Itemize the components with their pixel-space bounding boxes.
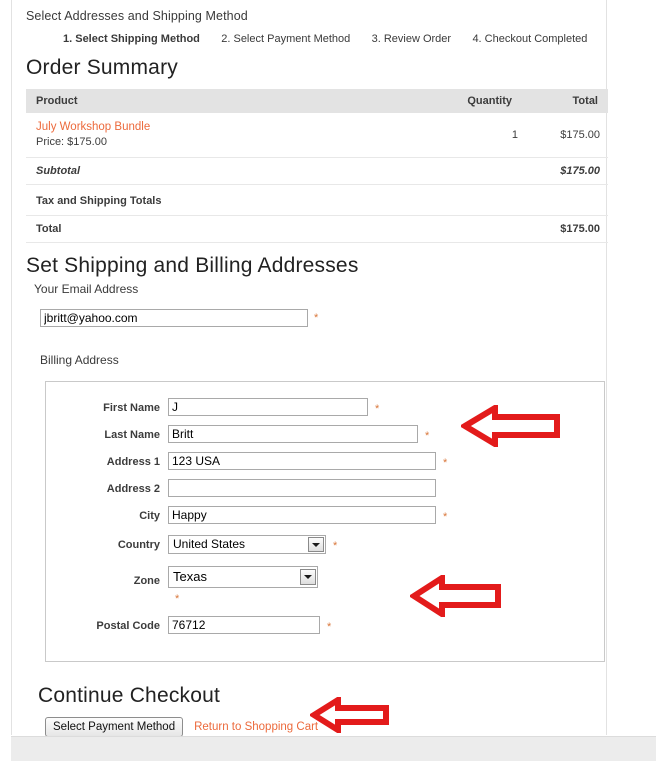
page-subtitle: Select Addresses and Shipping Method xyxy=(26,9,248,23)
billing-address-fieldset: First Name * Last Name * Address 1 * xyxy=(45,381,605,662)
product-total: $175.00 xyxy=(526,113,608,158)
address-2-label: Address 2 xyxy=(106,483,160,495)
form-row-zone: Zone Texas * xyxy=(46,566,604,605)
email-field[interactable] xyxy=(40,309,308,327)
required-indicator-zone: * xyxy=(175,593,180,605)
checkout-step-4[interactable]: 4. Checkout Completed xyxy=(472,33,587,45)
address-2-input[interactable] xyxy=(168,479,436,497)
checkout-step-3[interactable]: 3. Review Order xyxy=(372,33,451,45)
order-summary-heading: Order Summary xyxy=(26,56,178,79)
tax-shipping-row: Tax and Shipping Totals xyxy=(26,184,608,216)
country-select[interactable]: United States xyxy=(168,535,326,554)
order-summary-table: Product Quantity Total July Workshop Bun… xyxy=(26,89,608,243)
zone-control: Texas * xyxy=(168,566,318,605)
email-legend: Your Email Address xyxy=(34,282,139,296)
order-summary-body: July Workshop Bundle Price: $175.00 1 $1… xyxy=(26,113,608,243)
form-row-city: City * xyxy=(46,506,604,526)
postal-code-input[interactable] xyxy=(168,616,320,634)
first-name-control: * xyxy=(168,398,379,416)
billing-address-legend: Billing Address xyxy=(40,353,119,367)
form-row-last-name: Last Name * xyxy=(46,425,604,445)
form-row-country: Country United States * xyxy=(46,535,604,555)
checkout-steps: 1. Select Shipping Method 2. Select Paym… xyxy=(26,31,608,45)
tax-shipping-spacer xyxy=(442,184,526,216)
address-2-control xyxy=(168,479,436,497)
checkout-step-2[interactable]: 2. Select Payment Method xyxy=(221,33,350,45)
checkout-actions: Select Payment Method Return to Shopping… xyxy=(45,717,608,737)
subtotal-value: $175.00 xyxy=(526,157,608,185)
total-label: Total xyxy=(26,215,442,243)
product-price: Price: $175.00 xyxy=(36,136,107,148)
required-indicator-first-name: * xyxy=(375,403,380,415)
first-name-label: First Name xyxy=(103,402,160,414)
required-indicator-address-1: * xyxy=(443,457,448,469)
tax-shipping-label: Tax and Shipping Totals xyxy=(26,184,442,216)
required-indicator-postal-code: * xyxy=(327,621,332,633)
country-select-value: United States xyxy=(173,537,246,551)
column-header-quantity: Quantity xyxy=(442,89,526,113)
chevron-down-icon[interactable] xyxy=(300,569,316,585)
total-value: $175.00 xyxy=(526,215,608,243)
product-quantity: 1 xyxy=(442,113,526,158)
email-row: * xyxy=(40,309,608,327)
last-name-input[interactable] xyxy=(168,425,418,443)
zone-select[interactable]: Texas xyxy=(168,566,318,588)
address-1-label: Address 1 xyxy=(106,456,160,468)
table-row: July Workshop Bundle Price: $175.00 1 $1… xyxy=(26,113,608,158)
total-row: Total $175.00 xyxy=(26,215,608,243)
address-1-input[interactable] xyxy=(168,452,436,470)
order-summary-head: Product Quantity Total xyxy=(26,89,608,113)
addresses-heading: Set Shipping and Billing Addresses xyxy=(26,254,359,277)
postal-code-control: * xyxy=(168,616,331,634)
form-row-address-2: Address 2 xyxy=(46,479,604,499)
address-1-control: * xyxy=(168,452,447,470)
first-name-input[interactable] xyxy=(168,398,368,416)
form-row-address-1: Address 1 * xyxy=(46,452,604,472)
continue-checkout-heading: Continue Checkout xyxy=(38,684,221,707)
page-container: Select Addresses and Shipping Method 1. … xyxy=(11,0,608,737)
checkout-step-1[interactable]: 1. Select Shipping Method xyxy=(63,33,200,45)
table-header-row: Product Quantity Total xyxy=(26,89,608,113)
last-name-label: Last Name xyxy=(104,429,160,441)
zone-label: Zone xyxy=(133,575,160,587)
city-input[interactable] xyxy=(168,506,436,524)
zone-select-value: Texas xyxy=(173,569,207,584)
tax-shipping-value xyxy=(526,184,608,216)
required-indicator-city: * xyxy=(443,511,448,523)
total-spacer xyxy=(442,215,526,243)
subtotal-label: Subtotal xyxy=(26,157,442,185)
last-name-control: * xyxy=(168,425,429,443)
city-label: City xyxy=(139,510,160,522)
form-row-postal-code: Postal Code * xyxy=(46,616,604,636)
country-label: Country xyxy=(117,539,160,551)
required-indicator: * xyxy=(314,312,319,324)
column-header-product: Product xyxy=(26,89,442,113)
page-content: Select Addresses and Shipping Method 1. … xyxy=(26,0,608,737)
city-control: * xyxy=(168,506,447,524)
page-footer xyxy=(11,736,656,761)
required-indicator-country: * xyxy=(333,540,338,552)
form-row-first-name: First Name * xyxy=(46,398,604,418)
required-indicator-last-name: * xyxy=(425,430,430,442)
select-payment-method-button[interactable]: Select Payment Method xyxy=(45,717,184,737)
return-to-shopping-cart-link[interactable]: Return to Shopping Cart xyxy=(194,721,318,733)
subtotal-spacer xyxy=(442,157,526,185)
chevron-down-icon[interactable] xyxy=(308,537,324,552)
column-header-total: Total xyxy=(526,89,608,113)
country-control: United States * xyxy=(168,535,337,554)
product-cell: July Workshop Bundle Price: $175.00 xyxy=(26,113,442,158)
product-link[interactable]: July Workshop Bundle xyxy=(36,120,434,135)
subtotal-row: Subtotal $175.00 xyxy=(26,157,608,185)
postal-code-label: Postal Code xyxy=(96,620,160,632)
